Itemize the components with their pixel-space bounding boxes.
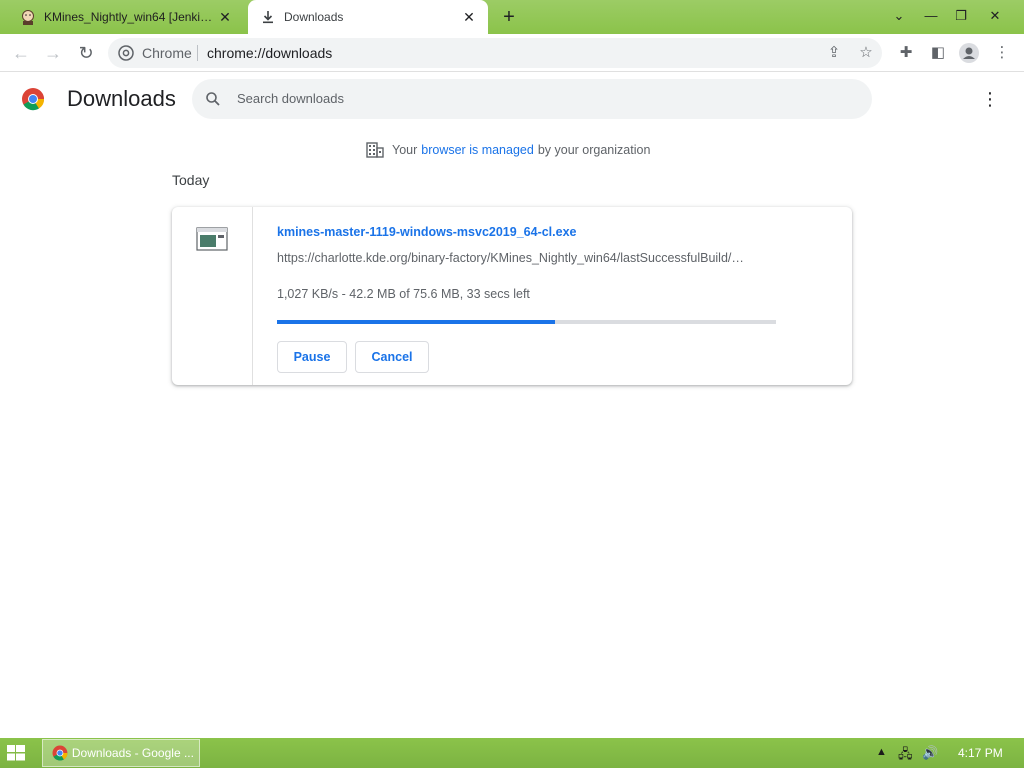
address-bar[interactable]: Chrome chrome://downloads ⇪ ☆ [108, 38, 882, 68]
new-tab-button[interactable]: + [498, 6, 520, 28]
tab-title: KMines_Nightly_win64 [Jenkins] [44, 10, 216, 24]
download-progress-fill [277, 320, 556, 324]
file-name-link[interactable]: kmines-master-1119-windows-msvc2019_64-c… [277, 225, 576, 239]
download-icon [263, 11, 273, 24]
tray-chevron-icon[interactable]: ▲ [876, 746, 887, 758]
chrome-site-icon [118, 45, 134, 61]
browser-managed-link[interactable]: browser is managed [421, 143, 534, 157]
reload-icon[interactable]: ↻ [73, 40, 99, 66]
omnibox-divider [197, 45, 198, 61]
managed-text-after: by your organization [537, 143, 651, 157]
back-icon[interactable]: ← [8, 40, 34, 66]
restore-icon[interactable]: ❐ [946, 2, 976, 30]
network-icon[interactable]: 🖧 [898, 745, 913, 767]
managed-text-before: Your [392, 143, 418, 157]
tab-search-chevron-icon[interactable]: ⌄ [884, 2, 914, 30]
minimize-icon[interactable]: — [916, 2, 946, 30]
site-chip: Chrome [142, 45, 192, 61]
taskbar-chrome-window[interactable]: Downloads - Google ... [42, 739, 200, 767]
download-item: kmines-master-1119-windows-msvc2019_64-c… [172, 207, 852, 385]
download-progress-bar [277, 320, 776, 324]
chrome-menu-icon[interactable]: ⋮ [989, 40, 1015, 66]
tab-title: Downloads [284, 10, 344, 24]
downloads-header: Downloads Search downloads ⋮ [0, 72, 1024, 128]
tab-downloads[interactable]: Downloads ✕ [248, 0, 488, 34]
forward-icon[interactable]: → [40, 40, 66, 66]
managed-notice: Your browser is managed by your organiza… [366, 140, 650, 160]
windows-start-icon[interactable] [6, 744, 26, 762]
toolbar: ← → ↻ Chrome chrome://downloads ⇪ ☆ ✚ ◧ … [0, 34, 1024, 72]
pause-button[interactable]: Pause [277, 341, 347, 373]
taskbar-clock[interactable]: 4:17 PM [958, 746, 1003, 760]
tab-strip: KMines_Nightly_win64 [Jenkins] ✕ Downloa… [0, 0, 1024, 34]
more-actions-icon[interactable]: ⋮ [978, 86, 1002, 112]
side-panel-icon[interactable]: ◧ [925, 40, 951, 66]
taskbar-window-title: Downloads - Google ... [71, 746, 194, 760]
search-placeholder: Search downloads [237, 91, 344, 106]
share-icon[interactable]: ⇪ [821, 40, 847, 66]
chrome-logo-icon [22, 88, 45, 111]
search-icon [206, 92, 220, 106]
page-title: Downloads [67, 86, 176, 111]
cancel-button[interactable]: Cancel [355, 341, 429, 373]
close-tab-icon[interactable]: ✕ [216, 8, 234, 26]
close-window-icon[interactable]: ✕ [980, 2, 1010, 30]
profile-avatar-icon[interactable] [959, 43, 979, 63]
search-downloads-input[interactable]: Search downloads [192, 79, 872, 119]
download-status: 1,027 KB/s - 42.2 MB of 75.6 MB, 33 secs… [277, 287, 530, 301]
close-tab-icon[interactable]: ✕ [460, 8, 478, 26]
url-text[interactable]: chrome://downloads [207, 45, 332, 61]
jenkins-icon [22, 10, 34, 25]
file-source-url[interactable]: https://charlotte.kde.org/binary-factory… [277, 251, 777, 265]
tab-jenkins[interactable]: KMines_Nightly_win64 [Jenkins] ✕ [8, 0, 244, 34]
card-divider [252, 207, 253, 385]
bookmark-star-icon[interactable]: ☆ [853, 40, 879, 66]
volume-icon[interactable]: 🔊 [922, 745, 938, 761]
building-icon [366, 142, 384, 158]
windows-taskbar: Downloads - Google ... ▲ 🖧 🔊 4:17 PM [0, 738, 1024, 768]
chrome-taskbar-icon [52, 745, 68, 761]
date-header: Today [172, 172, 210, 188]
file-type-icon [196, 227, 228, 251]
extensions-icon[interactable]: ✚ [893, 40, 919, 66]
